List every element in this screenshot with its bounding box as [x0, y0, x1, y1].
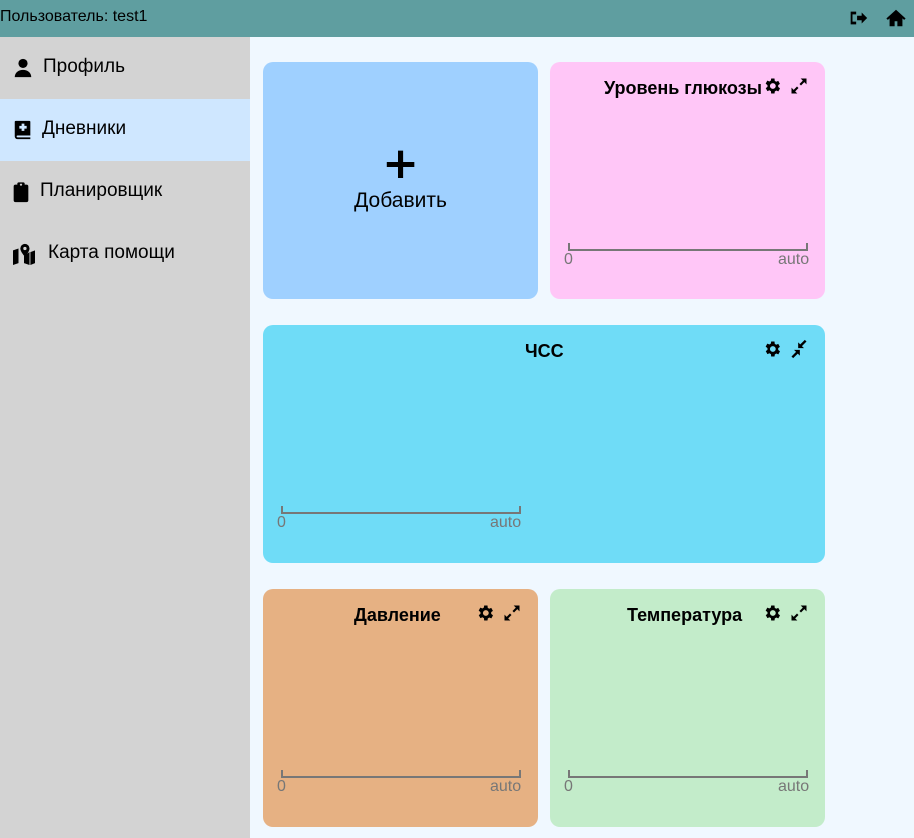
axis-min-label: 0	[564, 778, 573, 795]
chart-axis	[568, 770, 808, 778]
diary-icon	[12, 119, 34, 141]
axis-min-label: 0	[564, 251, 573, 268]
sidebar-item-label: Планировщик	[40, 180, 163, 201]
chart-axis	[281, 770, 521, 778]
gear-icon[interactable]	[762, 76, 782, 96]
expand-icon[interactable]	[502, 603, 522, 623]
sidebar-item-label: Дневники	[42, 118, 127, 139]
gear-icon[interactable]	[762, 603, 782, 623]
sidebar-item-planner[interactable]: Планировщик	[0, 161, 250, 223]
diary-card-temperature[interactable]: Температура 0 auto	[550, 589, 825, 827]
card-title: Давление	[354, 605, 441, 625]
home-icon[interactable]	[885, 7, 907, 29]
diary-card-heart-rate[interactable]: ЧСС 0 auto	[263, 325, 825, 563]
sidebar-item-help-map[interactable]: Карта помощи	[0, 223, 250, 285]
collapse-icon[interactable]	[789, 339, 809, 359]
axis-max-label: auto	[490, 778, 522, 795]
chart-axis	[281, 506, 521, 514]
map-icon	[12, 243, 35, 265]
gear-icon[interactable]	[475, 603, 495, 623]
add-diary-button[interactable]: + Добавить	[263, 62, 538, 299]
axis-max-label: auto	[778, 778, 810, 795]
axis-max-label: auto	[490, 514, 522, 531]
gear-icon[interactable]	[762, 339, 782, 359]
user-label: Пользователь: test1	[0, 8, 148, 25]
sidebar-item-profile[interactable]: Профиль	[0, 37, 250, 99]
clipboard-icon	[10, 181, 32, 203]
card-title: Уровень глюкозы	[604, 78, 762, 98]
axis-min-label: 0	[277, 514, 286, 531]
user-icon	[12, 57, 34, 79]
sidebar-item-label: Профиль	[43, 56, 126, 77]
top-bar: Пользователь: test1	[0, 0, 914, 37]
plus-icon: +	[382, 138, 419, 189]
add-label: Добавить	[354, 189, 447, 212]
sign-out-icon[interactable]	[847, 7, 869, 29]
chart-axis	[568, 243, 808, 251]
axis-min-label: 0	[277, 778, 286, 795]
sidebar: Профиль Дневники Планировщик Карта помощ…	[0, 37, 250, 838]
card-title: Температура	[627, 605, 743, 625]
sidebar-item-label: Карта помощи	[48, 242, 175, 263]
expand-icon[interactable]	[789, 603, 809, 623]
axis-max-label: auto	[778, 251, 810, 268]
card-title: ЧСС	[525, 341, 564, 361]
diary-card-pressure[interactable]: Давление 0 auto	[263, 589, 538, 827]
sidebar-item-diaries[interactable]: Дневники	[0, 99, 250, 161]
diary-card-glucose[interactable]: Уровень глюкозы 0 auto	[550, 62, 825, 299]
expand-icon[interactable]	[789, 76, 809, 96]
